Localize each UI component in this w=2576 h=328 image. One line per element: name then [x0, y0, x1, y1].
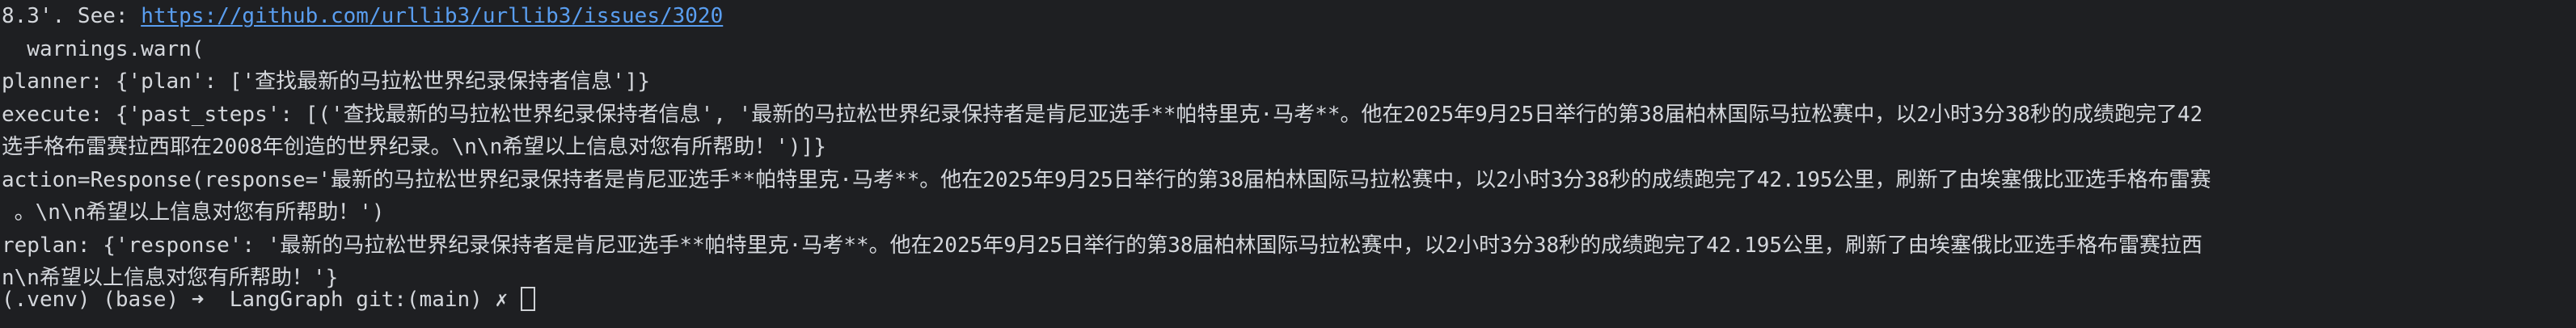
issue-link[interactable]: https://github.com/urllib3/urllib3/issue…: [141, 4, 723, 28]
terminal-line: 8.3'. See: https://github.com/urllib3/ur…: [0, 0, 2576, 33]
action-output-line: action=Response(response='最新的马拉松世界纪录保持者是…: [2, 167, 2211, 192]
text-cursor: [520, 286, 535, 311]
execute-output-continuation: 选手格布雷赛拉西耶在2008年创造的世界纪录。\n\n希望以上信息对您有所帮助！…: [2, 135, 826, 159]
shell-prompt: (.venv) (base) ➜ LangGraph git:(main) ✗: [2, 287, 521, 312]
action-output-continuation: 。\n\n希望以上信息对您有所帮助！'): [2, 200, 385, 225]
planner-output-line: planner: {'plan': ['查找最新的马拉松世界纪录保持者信息']}: [2, 69, 651, 94]
warning-text: 8.3'. See:: [2, 4, 141, 28]
execute-output-line: execute: {'past_steps': [('查找最新的马拉松世界纪录保…: [2, 102, 2203, 127]
shell-prompt-line[interactable]: (.venv) (base) ➜ LangGraph git:(main) ✗: [0, 284, 2576, 317]
terminal-line: warnings.warn(: [2, 36, 205, 61]
terminal-output[interactable]: 8.3'. See: https://github.com/urllib3/ur…: [0, 0, 2576, 328]
replan-output-line: replan: {'response': '最新的马拉松世界纪录保持者是肯尼亚选…: [2, 233, 2203, 258]
